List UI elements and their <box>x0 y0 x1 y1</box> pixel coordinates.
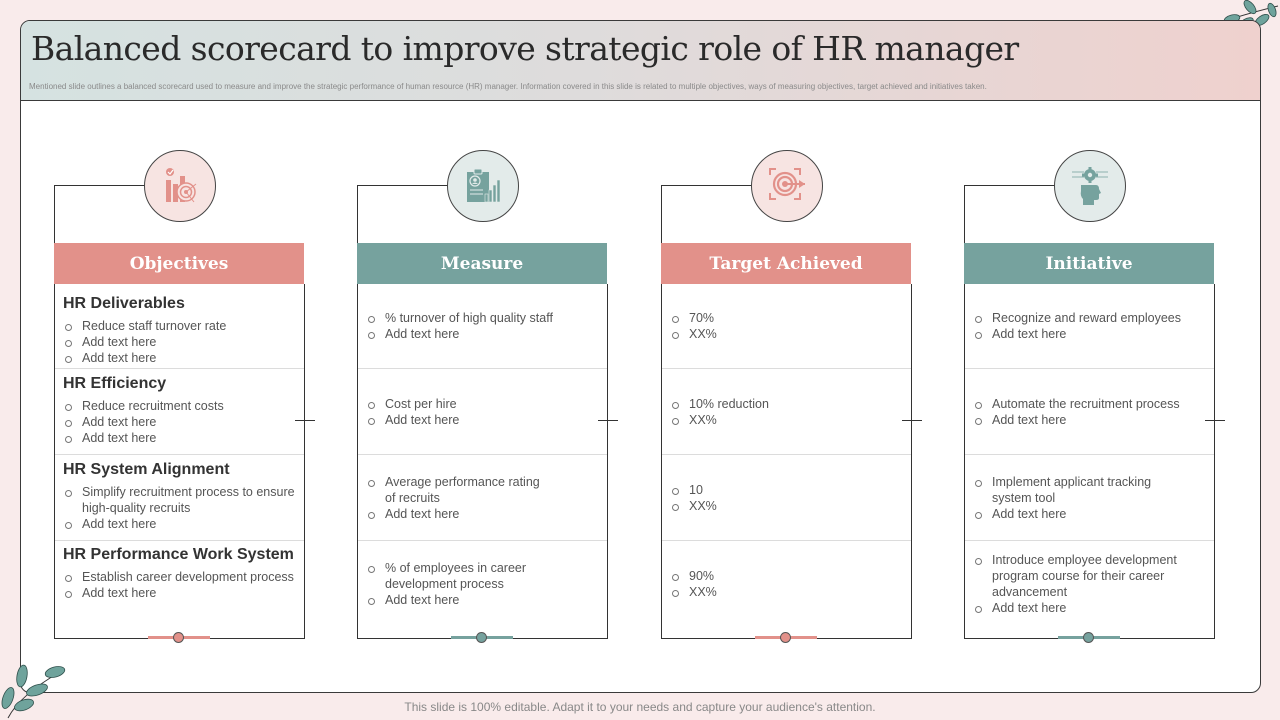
list-item: Introduce employee development program c… <box>973 552 1198 600</box>
chart-target-icon <box>144 150 216 222</box>
initiative-cell: Recognize and reward employees Add text … <box>965 284 1214 369</box>
target-dart-icon <box>751 150 823 222</box>
measure-cell: % turnover of high quality staff Add tex… <box>358 284 607 369</box>
list-item: Implement applicant tracking system tool <box>973 474 1173 506</box>
list-item: XX% <box>670 584 903 600</box>
measure-cell: Average performance rating of recruits A… <box>358 456 607 541</box>
column-box: Recognize and reward employees Add text … <box>964 284 1215 639</box>
initiative-cell: Implement applicant tracking system tool… <box>965 456 1214 541</box>
cell-title: HR Deliverables <box>63 295 185 312</box>
list-item: 10% reduction <box>670 396 903 412</box>
column-measure: Measure % turnover of high quality staff… <box>357 150 618 650</box>
list-item: Add text here <box>63 585 296 601</box>
connector-line <box>911 420 912 638</box>
column-header: Measure <box>357 243 607 284</box>
cell-title: HR Performance Work System <box>63 546 294 563</box>
list-item: 10 <box>670 482 903 498</box>
list-item: Add text here <box>63 334 296 350</box>
connector-line <box>661 185 753 186</box>
connector-line <box>1214 420 1215 638</box>
column-header: Objectives <box>54 243 304 284</box>
list-item: 70% <box>670 310 903 326</box>
objective-cell: HR System Alignment Simplify recruitment… <box>55 456 304 541</box>
connector-line <box>54 185 146 186</box>
list-item: Add text here <box>63 430 296 446</box>
column-initiative: Initiative Recognize and reward employee… <box>964 150 1225 650</box>
list-item: Establish career development process <box>63 569 296 585</box>
initiative-cell: Automate the recruitment process Add tex… <box>965 370 1214 455</box>
list-item: Add text here <box>973 326 1206 342</box>
column-box: % turnover of high quality staff Add tex… <box>357 284 608 639</box>
column-box: 70% XX% 10% reduction XX% 10 XX% 90% XX% <box>661 284 912 639</box>
list-item: Simplify recruitment process to ensure h… <box>63 484 296 516</box>
list-item: % turnover of high quality staff <box>366 310 599 326</box>
list-item: XX% <box>670 326 903 342</box>
head-gear-icon <box>1054 150 1126 222</box>
list-item: Average performance rating of recruits <box>366 474 551 506</box>
list-item: 90% <box>670 568 903 584</box>
list-item: XX% <box>670 412 903 428</box>
slide-header: Balanced scorecard to improve strategic … <box>21 21 1260 101</box>
list-item: Add text here <box>366 412 599 428</box>
clipboard-chart-icon <box>447 150 519 222</box>
connector-line <box>304 420 305 638</box>
target-cell: 10 XX% <box>662 456 911 541</box>
target-cell: 10% reduction XX% <box>662 370 911 455</box>
column-box: HR Deliverables Reduce staff turnover ra… <box>54 284 305 639</box>
column-header: Target Achieved <box>661 243 911 284</box>
knob-dot <box>780 632 791 643</box>
column-header: Initiative <box>964 243 1214 284</box>
connector-line <box>357 185 449 186</box>
connector-line <box>598 420 618 421</box>
column-target-achieved: Target Achieved 70% XX% 10% reduction XX… <box>661 150 922 650</box>
connector-line <box>607 420 608 638</box>
target-cell: 90% XX% <box>662 541 911 626</box>
cell-title: HR System Alignment <box>63 461 230 478</box>
initiative-cell: Introduce employee development program c… <box>965 541 1214 626</box>
knob-dot <box>173 632 184 643</box>
list-item: Add text here <box>973 506 1173 522</box>
connector-line <box>295 420 315 421</box>
measure-cell: % of employees in career development pro… <box>358 541 607 626</box>
list-item: Add text here <box>366 506 551 522</box>
connector-line <box>964 185 1056 186</box>
connector-line <box>902 420 922 421</box>
list-item: Cost per hire <box>366 396 599 412</box>
page-title: Balanced scorecard to improve strategic … <box>31 29 1019 68</box>
footer-note: This slide is 100% editable. Adapt it to… <box>404 700 876 714</box>
objective-cell: HR Deliverables Reduce staff turnover ra… <box>55 284 304 369</box>
list-item: XX% <box>670 498 903 514</box>
list-item: Add text here <box>63 516 296 532</box>
list-item: Add text here <box>366 592 551 608</box>
connector-line <box>1205 420 1225 421</box>
list-item: Add text here <box>366 326 599 342</box>
list-item: Add text here <box>63 350 296 366</box>
list-item: Automate the recruitment process <box>973 396 1206 412</box>
measure-cell: Cost per hire Add text here <box>358 370 607 455</box>
list-item: Reduce recruitment costs <box>63 398 296 414</box>
list-item: Recognize and reward employees <box>973 310 1206 326</box>
page-subtitle: Mentioned slide outlines a balanced scor… <box>29 82 987 91</box>
column-objectives: Objectives HR Deliverables Reduce staff … <box>54 150 315 650</box>
list-item: Add text here <box>973 412 1206 428</box>
knob-dot <box>476 632 487 643</box>
list-item: Add text here <box>63 414 296 430</box>
objective-cell: HR Performance Work System Establish car… <box>55 541 304 626</box>
list-item: Add text here <box>973 600 1198 616</box>
target-cell: 70% XX% <box>662 284 911 369</box>
objective-cell: HR Efficiency Reduce recruitment costs A… <box>55 370 304 455</box>
cell-title: HR Efficiency <box>63 375 167 392</box>
knob-dot <box>1083 632 1094 643</box>
list-item: Reduce staff turnover rate <box>63 318 296 334</box>
list-item: % of employees in career development pro… <box>366 560 551 592</box>
